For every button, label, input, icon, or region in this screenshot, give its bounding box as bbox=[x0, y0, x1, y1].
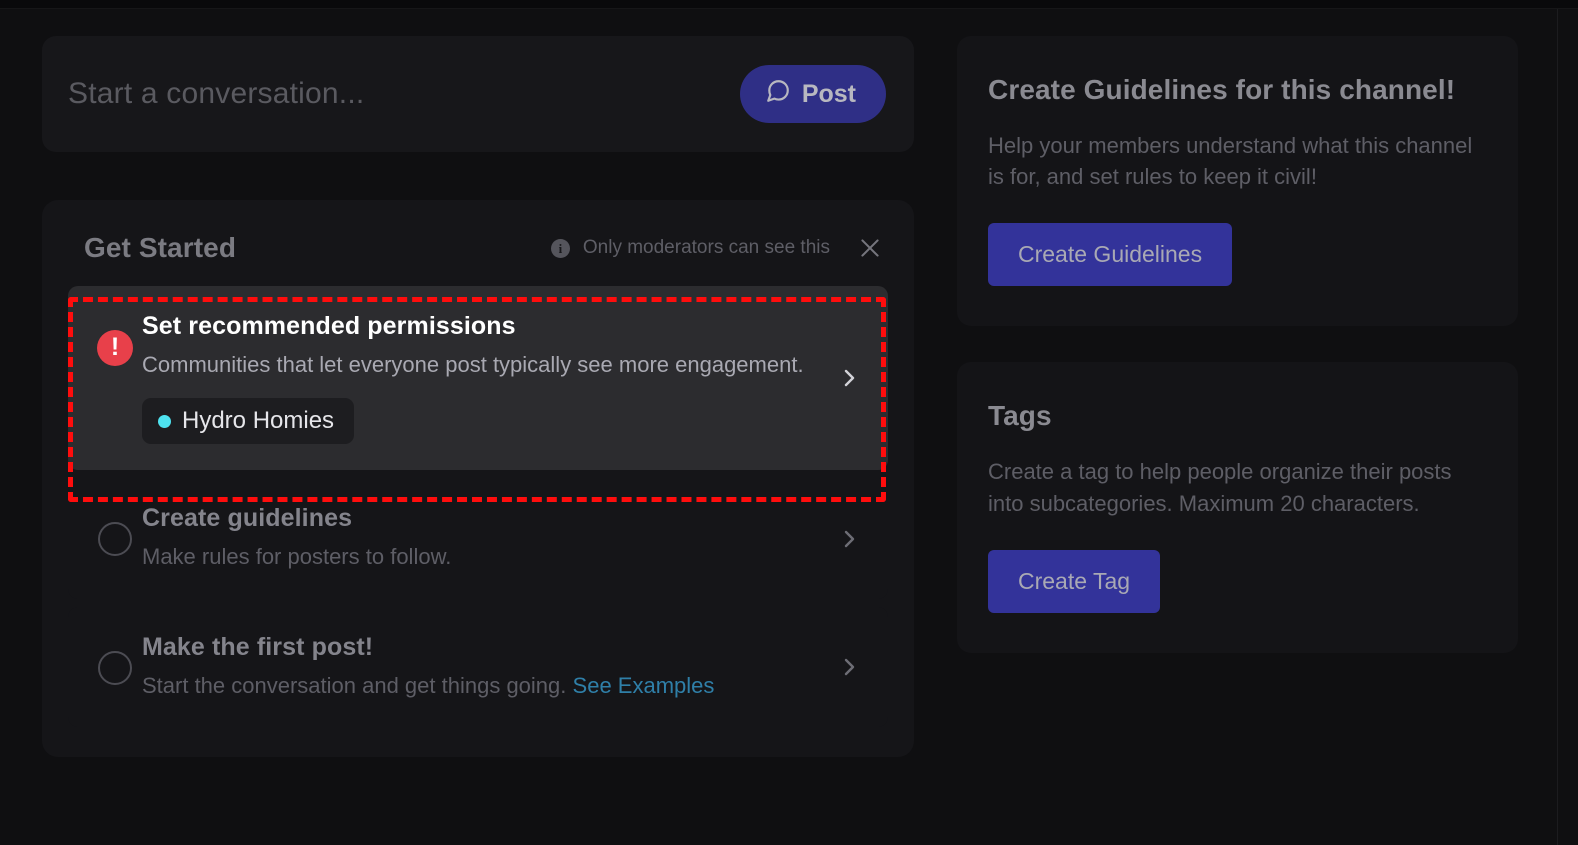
sidebar-panel-tags: Tags Create a tag to help people organiz… bbox=[957, 362, 1518, 653]
task-body: Set recommended permissions Communities … bbox=[142, 312, 836, 445]
panel-title: Create Guidelines for this channel! bbox=[988, 74, 1456, 105]
task-body: Make the first post! Start the conversat… bbox=[142, 633, 836, 701]
task-create-guidelines[interactable]: Create guidelines Make rules for posters… bbox=[68, 478, 888, 599]
info-icon: i bbox=[550, 238, 570, 258]
task-set-recommended-permissions[interactable]: ! Set recommended permissions Communitie… bbox=[68, 286, 888, 471]
circle-empty-icon bbox=[98, 650, 132, 685]
panel-description: Create a tag to help people organize the… bbox=[988, 459, 1452, 516]
post-composer[interactable]: Start a conversation... Post bbox=[42, 36, 914, 152]
task-description: Communities that let everyone post typic… bbox=[142, 352, 804, 377]
create-tag-button[interactable]: Create Tag bbox=[988, 549, 1161, 613]
tag-label: Hydro Homies bbox=[182, 407, 335, 435]
chevron-right-icon[interactable] bbox=[836, 527, 862, 551]
post-button-label: Post bbox=[801, 79, 856, 108]
panel-description: Help your members understand what this c… bbox=[988, 133, 1473, 190]
composer-placeholder-text[interactable]: Start a conversation... bbox=[68, 77, 740, 111]
task-status-marker bbox=[88, 633, 142, 685]
moderator-visibility-note: Only moderators can see this bbox=[582, 237, 830, 258]
task-title: Set recommended permissions bbox=[142, 312, 516, 340]
get-started-card: Get Started i Only moderators can see th… bbox=[42, 200, 914, 758]
speech-bubble-icon bbox=[765, 78, 791, 111]
app-root: Start a conversation... Post Get Started… bbox=[0, 0, 1578, 845]
chevron-right-icon[interactable] bbox=[836, 655, 862, 679]
alert-exclamation-icon: ! bbox=[97, 330, 133, 366]
panel-title: Tags bbox=[988, 400, 1052, 432]
task-body: Create guidelines Make rules for posters… bbox=[142, 504, 836, 572]
channel-tag-pill[interactable]: Hydro Homies bbox=[142, 398, 355, 445]
get-started-title: Get Started bbox=[84, 232, 237, 263]
get-started-header-right: i Only moderators can see this bbox=[550, 234, 884, 262]
right-rail-divider bbox=[1557, 9, 1558, 845]
task-title: Create guidelines bbox=[142, 504, 353, 533]
task-status-marker bbox=[88, 504, 142, 557]
get-started-header: Get Started i Only moderators can see th… bbox=[68, 226, 888, 270]
circle-empty-icon bbox=[98, 522, 132, 557]
create-guidelines-button[interactable]: Create Guidelines bbox=[988, 223, 1233, 287]
task-status-marker: ! bbox=[88, 312, 142, 366]
task-title: Make the first post! bbox=[142, 632, 374, 661]
task-make-first-post[interactable]: Make the first post! Start the conversat… bbox=[68, 606, 888, 728]
top-chrome-bar bbox=[0, 0, 1578, 9]
task-description-line: Start the conversation and get things go… bbox=[142, 671, 816, 701]
close-icon[interactable] bbox=[856, 234, 884, 262]
sidebar-column: Create Guidelines for this channel! Help… bbox=[957, 36, 1518, 653]
chevron-right-icon[interactable] bbox=[836, 366, 862, 390]
task-description: Make rules for posters to follow. bbox=[142, 544, 452, 570]
task-description: Start the conversation and get things go… bbox=[142, 672, 567, 698]
main-content-column: Start a conversation... Post Get Started… bbox=[42, 36, 914, 758]
sidebar-panel-create-guidelines: Create Guidelines for this channel! Help… bbox=[957, 36, 1518, 327]
tag-color-dot bbox=[158, 414, 171, 428]
see-examples-link[interactable]: See Examples bbox=[573, 673, 715, 698]
post-button[interactable]: Post bbox=[739, 65, 886, 123]
